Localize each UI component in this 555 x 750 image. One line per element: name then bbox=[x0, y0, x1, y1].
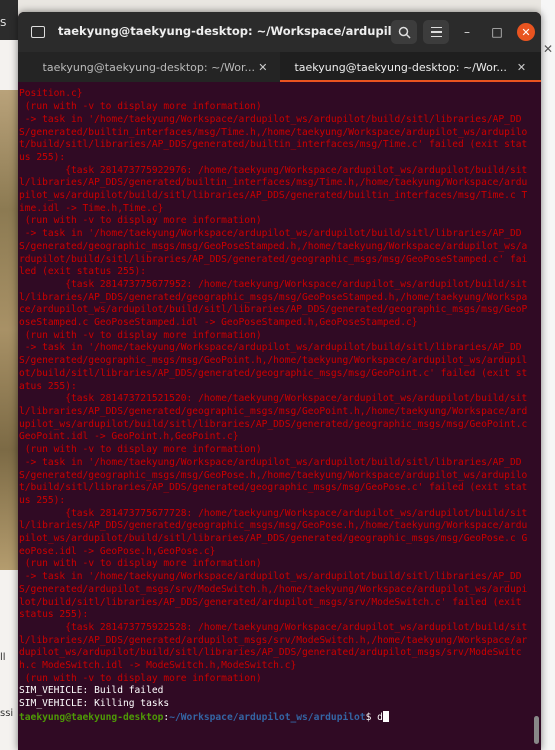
terminal-output[interactable]: Position.c} (run with -v to display more… bbox=[18, 82, 531, 750]
terminal-output-line: -> task in '/home/taekyung/Workspace/ard… bbox=[19, 456, 528, 506]
scrollbar-thumb[interactable] bbox=[534, 716, 539, 744]
search-button[interactable] bbox=[391, 20, 417, 44]
terminal-output-line: (run with -v to display more information… bbox=[19, 672, 262, 684]
prompt-path: ~/Workspace/ardupilot_ws/ardupilot bbox=[169, 711, 366, 723]
tab-terminal-2[interactable]: taekyung@taekyung-desktop: ~/Wor... ✕ bbox=[279, 52, 541, 82]
terminal-output-line: SIM_VEHICLE: Build failed bbox=[19, 685, 164, 697]
background-app-right: ✕ bbox=[541, 0, 555, 750]
terminal-output-line: {task 281473721521520: /home/taekyung/Wo… bbox=[19, 393, 528, 443]
tab-label: taekyung@taekyung-desktop: ~/Wor... bbox=[294, 60, 507, 74]
prompt-symbol: $ bbox=[365, 711, 378, 723]
terminal-prompt-line: taekyung@taekyung-desktop:~/Workspace/ar… bbox=[19, 710, 531, 725]
background-image bbox=[0, 90, 18, 570]
tab-close-icon[interactable]: ✕ bbox=[258, 61, 267, 74]
background-close-icon: ✕ bbox=[543, 42, 554, 56]
terminal-output-line: -> task in '/home/taekyung/Workspace/ard… bbox=[19, 571, 528, 621]
terminal-output-line: {task 281473775922528: /home/taekyung/Wo… bbox=[19, 621, 528, 672]
background-app-left: S ll ssi bbox=[0, 0, 18, 750]
terminal-output-line: SIM_VEHICLE: Killing tasks bbox=[19, 698, 170, 710]
terminal-output-line: (run with -v to display more information… bbox=[19, 215, 262, 227]
search-icon bbox=[398, 26, 411, 39]
terminal-window: taekyung@taekyung-desktop: ~/Workspace/a… bbox=[18, 12, 541, 750]
terminal-output-line: {task 281473775677952: /home/taekyung/Wo… bbox=[19, 278, 528, 329]
terminal-output-line: (run with -v to display more information… bbox=[19, 444, 262, 456]
maximize-button[interactable]: □ bbox=[485, 20, 509, 44]
terminal-output-line: -> task in '/home/taekyung/Workspace/ard… bbox=[19, 342, 528, 392]
tab-bar: taekyung@taekyung-desktop: ~/Wor... ✕ ta… bbox=[18, 52, 541, 82]
background-snippet-bottom: ssi bbox=[0, 708, 14, 719]
tab-close-icon[interactable]: ✕ bbox=[517, 61, 526, 74]
new-tab-button[interactable] bbox=[24, 19, 52, 45]
terminal-output-line: Position.c} bbox=[19, 88, 83, 100]
title-bar-buttons: – □ ✕ bbox=[391, 20, 535, 44]
minimize-button[interactable]: – bbox=[455, 20, 479, 44]
terminal-output-line: (run with -v to display more information… bbox=[19, 101, 262, 113]
close-button[interactable]: ✕ bbox=[517, 23, 535, 41]
terminal-output-line: (run with -v to display more information… bbox=[19, 558, 262, 570]
terminal-output-line: {task 281473775922976: /home/taekyung/Wo… bbox=[19, 164, 528, 214]
window-title: taekyung@taekyung-desktop: ~/Workspace/a… bbox=[58, 24, 391, 38]
hamburger-menu-button[interactable] bbox=[423, 20, 449, 44]
text-cursor bbox=[382, 710, 389, 722]
terminal-output-line: (run with -v to display more information… bbox=[19, 329, 262, 341]
background-snippet-top: S bbox=[0, 18, 7, 29]
tab-label: taekyung@taekyung-desktop: ~/Wor... bbox=[42, 60, 255, 74]
terminal-output-line: -> task in '/home/taekyung/Workspace/ard… bbox=[19, 113, 528, 163]
tab-terminal-1[interactable]: taekyung@taekyung-desktop: ~/Wor... ✕ bbox=[18, 52, 280, 82]
terminal-output-line: -> task in '/home/taekyung/Workspace/ard… bbox=[19, 228, 528, 278]
terminal-output-line: {task 281473775677728: /home/taekyung/Wo… bbox=[19, 507, 528, 557]
prompt-user-host: taekyung@taekyung-desktop bbox=[19, 711, 164, 723]
background-snippet-mid: ll bbox=[0, 652, 6, 663]
new-tab-icon bbox=[31, 26, 45, 38]
title-bar: taekyung@taekyung-desktop: ~/Workspace/a… bbox=[18, 12, 541, 52]
